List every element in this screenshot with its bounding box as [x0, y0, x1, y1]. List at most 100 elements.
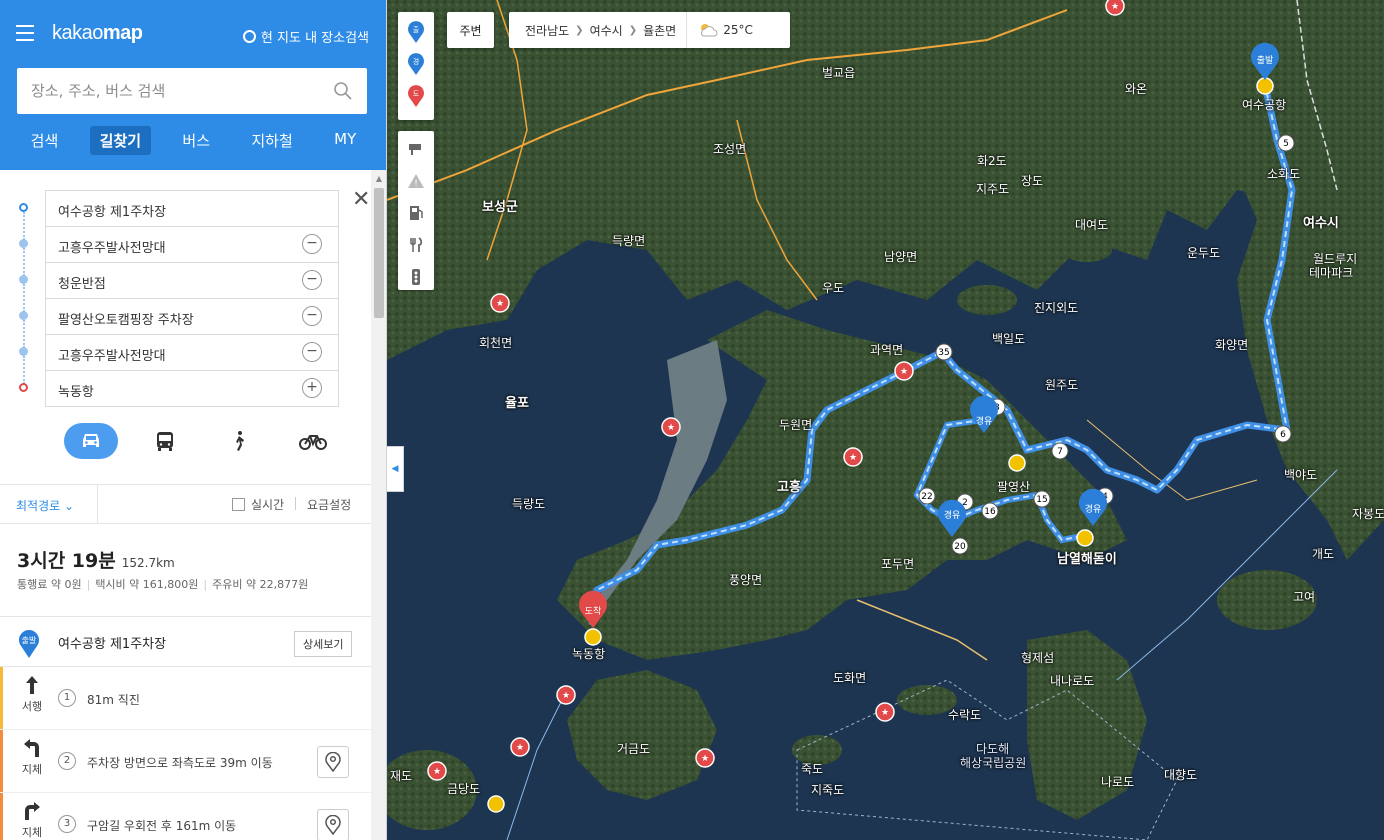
- via-dot-icon: [19, 275, 28, 284]
- map-label: 백일도: [992, 332, 1026, 346]
- realtime-checkbox[interactable]: 실시간: [232, 496, 284, 513]
- step-number: 2: [58, 752, 76, 770]
- nearby-button[interactable]: 주변: [447, 12, 494, 48]
- bus-icon: [157, 432, 173, 451]
- route-options-bar: 최적경로 ⌄ 실시간 요금설정: [0, 484, 371, 524]
- waypoint-field-via[interactable]: 고흥우주발사전망대: [45, 334, 339, 371]
- chevron-right-icon: ❯: [628, 24, 638, 36]
- map-label: 도화면: [833, 671, 867, 685]
- sidebar: kakaomap 현 지도 내 장소검색 검색 길찾기 버스 지하철 MY ▲: [0, 0, 387, 840]
- current-area-search-button[interactable]: 현 지도 내 장소검색: [242, 27, 369, 46]
- tab-subway[interactable]: 지하철: [241, 126, 302, 155]
- walk-mode-button[interactable]: [212, 423, 266, 459]
- waypoint-field-start[interactable]: 여수공항 제1주차장: [45, 190, 339, 227]
- map-label: 장도: [1021, 174, 1044, 188]
- direction-indicator: 지체: [16, 801, 48, 840]
- detail-view-button[interactable]: 상세보기: [294, 631, 353, 657]
- map-label: 팔영산: [997, 480, 1031, 494]
- step-map-view-button[interactable]: [317, 746, 349, 778]
- scroll-thumb[interactable]: [374, 188, 384, 318]
- radio-icon: [242, 30, 256, 43]
- set-destination-tool[interactable]: 도: [398, 80, 434, 112]
- fare-settings-button[interactable]: 요금설정: [307, 496, 351, 513]
- scroll-up-icon[interactable]: ▲: [371, 174, 386, 184]
- waypoint-row: 팔영산오토캠핑장 주차장 −: [0, 298, 370, 348]
- gas-station-layer-button[interactable]: [398, 197, 434, 229]
- menu-icon[interactable]: [16, 25, 34, 41]
- step-text: 81m 직진: [87, 693, 140, 707]
- map-label: 개도: [1312, 547, 1335, 561]
- clear-route-close-icon[interactable]: ✕: [352, 187, 370, 212]
- map-label: 득량면: [612, 234, 646, 248]
- tab-my[interactable]: MY: [324, 126, 366, 155]
- map-label: 회천면: [479, 336, 513, 350]
- map-label: 나로도: [1101, 775, 1135, 789]
- step-item[interactable]: 지체 2 주차장 방면으로 좌측도로 39m 이동: [0, 730, 371, 793]
- transport-mode-selector: [64, 423, 340, 459]
- waypoint-field-via[interactable]: 고흥우주발사전망대: [45, 226, 339, 263]
- map-label: 풍양면: [729, 573, 763, 587]
- map-label: 포두면: [881, 557, 915, 571]
- logo[interactable]: kakaomap: [52, 22, 143, 45]
- search-box: [17, 68, 367, 114]
- turn-left-arrow-icon: [24, 739, 39, 757]
- waypoint-row: 고흥우주발사전망대 −: [0, 334, 370, 384]
- map-label: 남열해돋이: [1057, 552, 1117, 567]
- map-label: 보성군: [482, 200, 518, 215]
- satellite-map[interactable]: [387, 0, 1384, 840]
- route-type-dropdown[interactable]: 최적경로 ⌄: [16, 497, 74, 514]
- breadcrumb-town[interactable]: 율촌면: [637, 22, 682, 39]
- map-label: 벌교읍: [822, 66, 856, 80]
- location-pin-icon: [325, 815, 341, 835]
- traffic-light-layer-button[interactable]: [398, 261, 434, 293]
- route-marker-tools: 출 경 도: [398, 12, 434, 120]
- via-dot-icon: [19, 239, 28, 248]
- step-map-view-button[interactable]: [317, 809, 349, 840]
- search-input[interactable]: [31, 82, 333, 100]
- tab-directions[interactable]: 길찾기: [89, 126, 152, 155]
- chevron-right-icon: ❯: [575, 24, 584, 36]
- weather-widget[interactable]: 25°C: [686, 12, 753, 48]
- tab-bus[interactable]: 버스: [172, 126, 220, 155]
- add-waypoint-button[interactable]: +: [302, 378, 322, 398]
- collapse-sidebar-button[interactable]: ◀: [387, 446, 404, 492]
- breadcrumb-province[interactable]: 전라남도: [509, 22, 575, 39]
- remove-waypoint-button[interactable]: −: [302, 234, 322, 254]
- map-label: 녹동항: [572, 647, 606, 661]
- map-label: 두원면: [779, 418, 813, 432]
- map-view[interactable]: 보성군 회천면 율포 득량도 고흥 녹동항 거금도 금당도 재도 팔영산 남열해…: [387, 0, 1384, 840]
- remove-waypoint-button[interactable]: −: [302, 270, 322, 290]
- waypoint-field-via[interactable]: 팔영산오토캠핑장 주차장: [45, 298, 339, 335]
- cctv-layer-button[interactable]: [398, 133, 434, 165]
- map-label: 우도: [822, 281, 845, 295]
- scrollbar[interactable]: ▲: [371, 170, 386, 840]
- map-label: 해상국립공원: [960, 756, 1027, 770]
- bike-mode-button[interactable]: [286, 423, 340, 459]
- car-mode-button[interactable]: [64, 423, 118, 459]
- route-steps: 출발 여수공항 제1주차장 상세보기 서행 1 81m 직진 지체 2 주차장 …: [0, 616, 371, 840]
- fuel-cost: 주유비 약 22,877원: [212, 578, 309, 591]
- waypoint-field-via[interactable]: 청운반점: [45, 262, 339, 299]
- map-label: 운두도: [1187, 246, 1221, 260]
- tab-search[interactable]: 검색: [21, 126, 69, 155]
- set-via-tool[interactable]: 경: [398, 48, 434, 80]
- accident-layer-button[interactable]: !: [398, 165, 434, 197]
- traffic-bar: [0, 793, 3, 840]
- restaurant-layer-button[interactable]: [398, 229, 434, 261]
- app-root: kakaomap 현 지도 내 장소검색 검색 길찾기 버스 지하철 MY ▲: [0, 0, 1384, 840]
- step-item[interactable]: 서행 1 81m 직진: [0, 667, 371, 730]
- remove-waypoint-button[interactable]: −: [302, 306, 322, 326]
- set-start-tool[interactable]: 출: [398, 16, 434, 48]
- map-label: 수락도: [948, 708, 982, 722]
- map-label: 남양면: [884, 250, 918, 264]
- search-icon[interactable]: [333, 81, 353, 101]
- waypoint-field-end[interactable]: 녹동항: [45, 370, 339, 407]
- bus-mode-button[interactable]: [138, 423, 192, 459]
- route-duration: 3시간 19분: [17, 550, 116, 572]
- waypoint-row: 청운반점 −: [0, 262, 370, 312]
- step-item[interactable]: 지체 3 구암길 우회전 후 161m 이동: [0, 793, 371, 840]
- breadcrumb-city[interactable]: 여수시: [584, 22, 629, 39]
- map-label: 여수시: [1303, 216, 1339, 231]
- map-label: 화2도: [977, 154, 1007, 168]
- remove-waypoint-button[interactable]: −: [302, 342, 322, 362]
